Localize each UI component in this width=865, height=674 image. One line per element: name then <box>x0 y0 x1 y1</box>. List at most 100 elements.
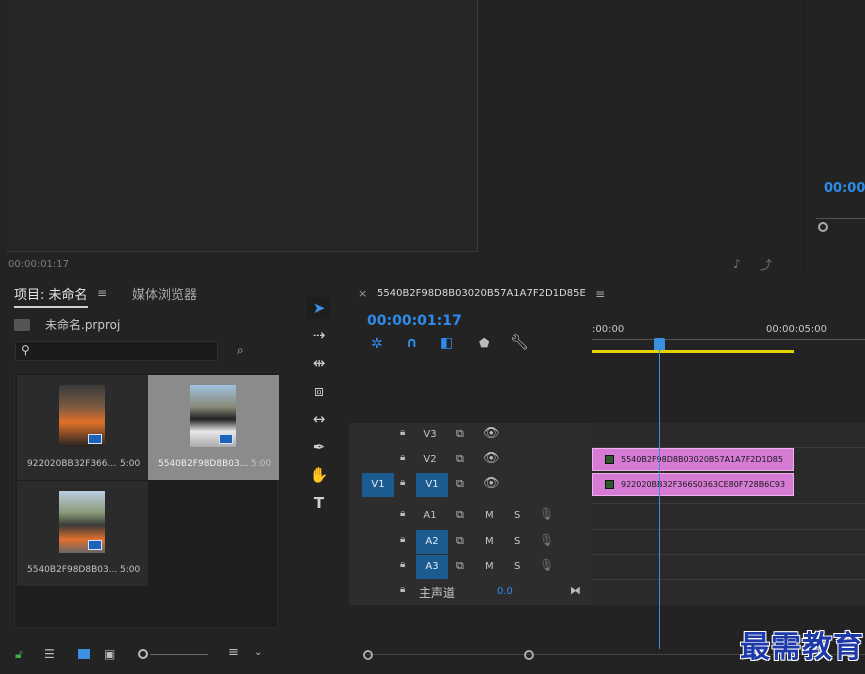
project-item[interactable]: 5540B2F98D8B03... 5:00 <box>148 375 279 480</box>
clip-thumbnail <box>190 385 236 447</box>
list-view-icon[interactable]: ☰ <box>44 647 55 661</box>
selection-tool-icon[interactable]: ➤ <box>307 297 331 319</box>
add-marker-icon[interactable]: ⬟ <box>479 336 489 350</box>
sync-lock-icon[interactable]: ⧉ <box>456 559 464 573</box>
razor-tool-icon[interactable]: ⧈ <box>307 380 331 402</box>
fx-icon <box>605 480 614 489</box>
project-bin-grid: 922020BB32F366... 5:00 5540B2F98D8B03...… <box>14 372 279 628</box>
timeline-timecode[interactable]: 00:00:01:17 <box>367 313 462 329</box>
program-timecode: 00:00 <box>824 181 865 196</box>
solo-button[interactable]: S <box>514 510 520 521</box>
lock-icon[interactable]: 🔓︎ <box>15 647 23 662</box>
clip-thumbnail <box>59 385 105 447</box>
solo-button[interactable]: S <box>514 561 520 572</box>
icon-view-icon[interactable] <box>78 649 90 659</box>
mute-button[interactable]: M <box>485 510 494 521</box>
eye-icon[interactable]: 👁︎ <box>483 426 500 441</box>
time-ruler[interactable]: :00:00 00:00:05:00 <box>592 317 865 353</box>
playhead-handle[interactable] <box>654 338 665 350</box>
audio-waveform-icon[interactable]: ♪ <box>733 257 741 271</box>
lock-track-icon[interactable]: 🔒︎ <box>400 508 405 519</box>
track-header-v2: 🔒︎ V2 ⧉ 👁︎ <box>400 451 500 466</box>
project-folder-icon <box>14 319 30 331</box>
clip-v1[interactable]: 922020BB32F366S0363CE80F728B6C93 <box>592 473 794 496</box>
clip-v2[interactable]: 5540B2F98D8B03020B57A1A7F2D1D85 <box>592 448 794 471</box>
panel-menu-icon[interactable]: ≡ <box>595 287 605 301</box>
video-clip-icon <box>88 434 102 444</box>
eye-icon[interactable]: 👁︎ <box>483 451 500 466</box>
mic-icon[interactable]: 🎙︎ <box>539 507 554 521</box>
linked-selection-icon[interactable]: ◧ <box>440 335 453 351</box>
source-timecode: 00:00:01:17 <box>8 259 70 270</box>
clip-thumbnail <box>59 491 105 553</box>
program-zoom-handle[interactable] <box>818 222 828 232</box>
lock-track-icon[interactable]: 🔒︎ <box>400 534 405 545</box>
snap-icon[interactable]: ∩ <box>406 335 417 351</box>
playhead-line[interactable] <box>659 339 660 649</box>
track-select-tool-icon[interactable]: ⇢ <box>307 324 331 346</box>
lock-track-icon[interactable]: 🔒︎ <box>400 559 405 570</box>
slip-tool-icon[interactable]: ↔ <box>307 408 331 430</box>
tab-project[interactable]: 项目: 未命名 <box>14 284 88 308</box>
track-header-a1: 🔒︎ A1 ⧉ M S 🎙︎ <box>400 507 555 522</box>
freeform-view-icon[interactable]: ▣ <box>104 647 115 661</box>
hand-tool-icon[interactable]: ✋ <box>307 464 331 486</box>
pen-tool-icon[interactable]: ✒ <box>307 436 331 458</box>
project-item[interactable]: 922020BB32F366... 5:00 <box>17 375 148 480</box>
export-frame-icon[interactable]: ⤴ <box>760 256 772 273</box>
track-header-v3: 🔒︎ V3 ⧉ 👁︎ <box>400 426 500 441</box>
sync-lock-icon[interactable]: ⧉ <box>456 452 464 466</box>
eye-icon[interactable]: 👁︎ <box>483 476 500 491</box>
sequence-icon <box>88 540 102 550</box>
master-track-label: 主声道 <box>419 586 456 600</box>
zoom-slider-handle[interactable] <box>138 649 148 659</box>
source-patch-v1[interactable]: V1 <box>362 473 394 497</box>
panel-menu-icon[interactable]: ≡ <box>97 286 107 300</box>
ripple-edit-tool-icon[interactable]: ⇹ <box>307 352 331 374</box>
chevron-down-icon[interactable]: ⌄ <box>254 647 262 658</box>
track-header-a3: 🔒︎ A3 ⧉ M S 🎙︎ <box>349 555 592 579</box>
program-scrollbar[interactable] <box>816 218 865 219</box>
close-sequence-icon[interactable]: × <box>358 287 367 300</box>
sync-lock-icon[interactable]: ⧉ <box>456 508 464 522</box>
timeline-panel: × 5540B2F98D8B03020B57A1A7F2D1D85E ≡ 00:… <box>349 277 865 674</box>
mic-icon[interactable]: 🎙︎ <box>539 533 554 547</box>
expand-icon[interactable]: ⧓ <box>570 584 581 597</box>
video-clip-icon <box>219 434 233 444</box>
scroll-right-handle[interactable] <box>524 650 534 660</box>
lock-track-icon[interactable]: 🔒︎ <box>400 477 405 488</box>
project-item[interactable]: 5540B2F98D8B03... 5:00 <box>17 481 148 586</box>
source-monitor-panel: 00:00:01:17 ♪ ⤴ <box>0 0 799 274</box>
watermark-logo: 最需教育 <box>740 630 864 665</box>
master-volume-value[interactable]: 0.0 <box>497 586 513 597</box>
zoom-slider-track[interactable] <box>150 654 208 655</box>
track-headers: 🔒︎ V3 ⧉ 👁︎ 🔒︎ V2 ⧉ 👁︎ V1 🔒︎ V1 ⧉ 👁︎ 🔒︎ A… <box>349 423 592 605</box>
tab-media-browser[interactable]: 媒体浏览器 <box>132 284 197 303</box>
sequence-tab[interactable]: 5540B2F98D8B03020B57A1A7F2D1D85E <box>377 288 586 299</box>
program-monitor-panel: 00:00 <box>803 0 865 274</box>
lock-track-icon[interactable]: 🔒︎ <box>400 427 405 438</box>
track-header-master: 🔒︎ 主声道 0.0 ⧓ <box>349 580 592 604</box>
type-tool-icon[interactable]: T <box>307 492 331 514</box>
lock-track-icon[interactable]: 🔒︎ <box>400 452 405 463</box>
scroll-left-handle[interactable] <box>363 650 373 660</box>
sync-lock-icon[interactable]: ⧉ <box>456 534 464 548</box>
project-search-input[interactable]: ⚲ <box>15 341 218 361</box>
mic-icon[interactable]: 🎙︎ <box>539 558 554 572</box>
nest-icon[interactable]: ✲ <box>371 336 383 352</box>
sort-icon[interactable]: ≡ <box>228 645 239 660</box>
track-header-a2: 🔒︎ A2 ⧉ M S 🎙︎ <box>349 530 592 554</box>
mute-button[interactable]: M <box>485 561 494 572</box>
source-monitor-video[interactable] <box>7 0 478 252</box>
find-icon[interactable]: ⌕ <box>237 343 244 358</box>
solo-button[interactable]: S <box>514 536 520 547</box>
sync-lock-icon[interactable]: ⧉ <box>456 427 464 441</box>
sync-lock-icon[interactable]: ⧉ <box>456 477 464 491</box>
track-header-v1: V1 🔒︎ V1 ⧉ 👁︎ <box>349 473 592 497</box>
lock-track-icon[interactable]: 🔒︎ <box>400 584 405 595</box>
mute-button[interactable]: M <box>485 536 494 547</box>
wrench-icon[interactable]: 🔧︎ <box>510 333 529 351</box>
work-area-bar[interactable] <box>592 350 794 353</box>
tools-panel: ➤ ⇢ ⇹ ⧈ ↔ ✒ ✋ T <box>296 277 343 674</box>
track-content-area[interactable]: 5540B2F98D8B03020B57A1A7F2D1D85 922020BB… <box>592 423 865 605</box>
